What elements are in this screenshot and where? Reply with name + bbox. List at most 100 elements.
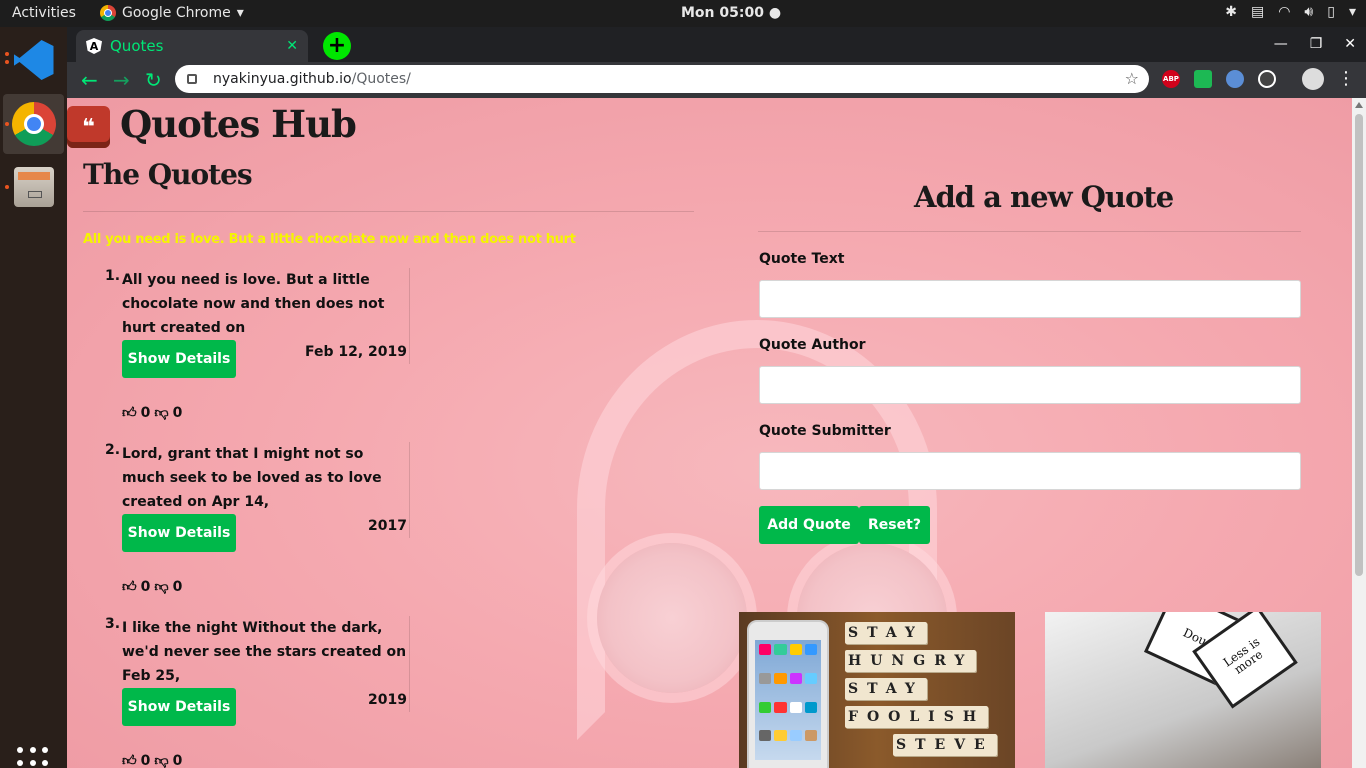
running-indicator [5,122,9,126]
running-indicator [5,185,9,189]
slack-icon[interactable]: ✱ [1225,4,1237,20]
quote-logo-icon: ❝ [67,106,110,148]
tile-row: HUNGRY [845,650,997,672]
show-details-button[interactable]: Show Details [122,340,236,378]
downvote-count: 0 [172,752,183,768]
thumbs-down-icon[interactable]: 👎︎ [154,404,168,421]
phone-illustration [747,620,829,768]
quote-submitter-label: Quote Submitter [759,423,891,439]
quote-body: All you need is love. But a little choco… [122,272,385,336]
forward-arrow-icon[interactable]: → [113,68,130,92]
dock-files[interactable] [3,157,64,217]
app-menu-label: Google Chrome [122,5,231,21]
less-is-more-image: Dou Less is more [1045,612,1321,768]
tile-word: FOOLISH [845,706,989,728]
extension-icon[interactable] [1226,70,1244,88]
upvote-count: 0 [140,578,151,595]
files-icon [13,167,54,207]
upvote-count: 0 [140,404,151,421]
restore-icon[interactable]: ❐ [1310,36,1323,52]
downvote-count: 0 [172,404,183,421]
new-tab-button[interactable]: + [323,32,351,60]
quote-body: Lord, grant that I might not so much see… [122,446,382,510]
quote-author-label: Quote Author [759,337,866,353]
divider [758,231,1301,232]
url-path: /Quotes/ [351,71,411,87]
quote-number: 2. [105,442,121,458]
page-viewport: ❝ Quotes Hub The Quotes All you need is … [67,98,1352,768]
brand-title: Quotes Hub [120,102,357,146]
quote-author-input[interactable] [759,366,1301,404]
downvote-count: 0 [172,578,183,595]
activities-button[interactable]: Activities [12,5,76,21]
add-quote-button[interactable]: Add Quote [759,506,859,544]
thumbs-down-icon[interactable]: 👎︎ [154,752,168,768]
scrollbar-thumb[interactable] [1355,114,1363,576]
chrome-icon [11,102,56,146]
dock [0,27,67,768]
vote-controls: 👍︎ 0 👎︎ 0 [122,404,183,422]
quote-submitter-input[interactable] [759,452,1301,490]
vote-controls: 👍︎ 0 👎︎ 0 [122,752,182,768]
url-host: nyakinyua.github.io [213,71,352,87]
tile-row: STEVE [893,734,997,756]
show-applications-icon[interactable] [17,747,49,768]
close-window-icon[interactable]: ✕ [1344,36,1356,52]
angular-icon: A [86,38,102,54]
menu-dots-icon[interactable]: ⋮ [1337,68,1355,89]
notes-icon[interactable]: ▤ [1251,4,1264,20]
tile-row: FOOLISH [845,706,997,728]
wifi-icon: ◠ [1278,4,1291,20]
running-indicator [5,52,9,56]
app-menu[interactable]: Google Chrome ▾ [100,5,244,21]
show-details-button[interactable]: Show Details [122,688,236,726]
highlighted-quote: All you need is love. But a little choco… [83,232,576,247]
headphones-cup-left [597,543,747,693]
shield-icon[interactable] [1194,70,1212,88]
show-details-button[interactable]: Show Details [122,514,236,552]
scroll-up-icon[interactable] [1355,102,1363,108]
bookmark-star-icon[interactable]: ☆ [1125,69,1139,88]
upvote-count: 0 [140,752,151,768]
reload-icon[interactable]: ↻ [145,68,162,92]
adblock-icon[interactable]: ABP [1162,70,1180,88]
avatar[interactable] [1302,68,1324,90]
chrome-icon [100,5,116,21]
minimize-icon[interactable]: — [1274,36,1288,52]
tab-strip: A Quotes ✕ + — ❐ ✕ [67,27,1366,62]
quote-body: I like the night Without the dark, we'd … [122,620,407,684]
form-title: Add a new Quote [914,180,1174,214]
quote-text-label: Quote Text [759,251,845,267]
reset-button[interactable]: Reset? [859,506,930,544]
address-bar[interactable]: nyakinyua.github.io/Quotes/ ☆ [175,65,1149,93]
stay-hungry-image: STAY HUNGRY STAY FOOLISH STEVE [739,612,1015,768]
tab-title: Quotes [110,37,164,55]
divider [83,211,694,212]
thumbs-up-icon[interactable]: 👍︎ [122,578,137,595]
tile-word: STAY [845,622,927,644]
page-scrollbar[interactable] [1352,98,1366,768]
lock-icon [187,74,197,84]
quote-number: 3. [105,616,121,632]
thumbs-up-icon[interactable]: 👍︎ [122,752,137,768]
clock[interactable]: Mon 05:00 ● [681,5,781,21]
dock-chrome[interactable] [3,94,64,154]
quote-text-input[interactable] [759,280,1301,318]
dock-vscode[interactable] [3,30,64,90]
thumbs-down-icon[interactable]: 👎︎ [154,578,168,595]
extension-icon[interactable] [1258,70,1276,88]
vote-controls: 👍︎ 0 👎︎ 0 [122,578,183,596]
tile-word: HUNGRY [845,650,977,672]
clock-label: Mon 05:00 [681,5,764,21]
tile-row: STAY [845,622,997,644]
thumbs-up-icon[interactable]: 👍︎ [122,404,137,421]
chevron-down-icon: ▾ [236,5,244,21]
section-title: The Quotes [83,158,253,191]
tile-row: STAY [845,678,997,700]
back-arrow-icon[interactable]: ← [81,68,98,92]
system-tray[interactable]: ✱ ▤ ◠ 🔊︎ ▯ ▾ [1225,4,1356,20]
quote-number: 1. [105,268,121,284]
close-tab-icon[interactable]: ✕ [286,38,298,54]
scrabble-tiles: STAY HUNGRY STAY FOOLISH STEVE [845,622,997,762]
tab-quotes[interactable]: A Quotes ✕ [76,30,308,62]
